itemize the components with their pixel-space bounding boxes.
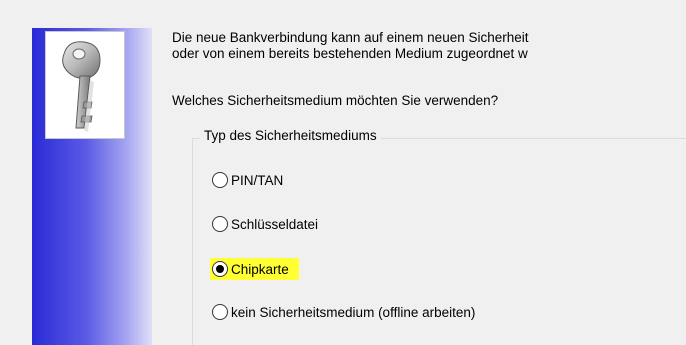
radio-button[interactable]	[212, 172, 228, 188]
radio-label: Schlüsseldatei	[231, 216, 319, 232]
question-label: Welches Sicherheitsmedium möchten Sie ve…	[172, 93, 499, 108]
key-image-tile	[45, 31, 125, 139]
radio-button[interactable]	[212, 304, 228, 320]
intro-text-block: Die neue Bankverbindung kann auf einem n…	[172, 30, 686, 62]
intro-line-1: Die neue Bankverbindung kann auf einem n…	[172, 30, 529, 45]
radio-label: kein Sicherheitsmedium (offline arbeiten…	[231, 304, 476, 320]
radio-button[interactable]	[212, 216, 228, 232]
intro-line-2: oder von einem bereits bestehenden Mediu…	[172, 46, 528, 61]
radio-option-chipcard[interactable]: Chipkarte	[210, 258, 299, 280]
highlight-marker: Chipkarte	[210, 258, 299, 280]
radio-option-keyfile[interactable]: Schlüsseldatei	[212, 216, 318, 232]
radio-label: PIN/TAN	[231, 172, 284, 188]
key-icon	[62, 41, 101, 132]
radio-option-offline[interactable]: kein Sicherheitsmedium (offline arbeiten…	[212, 304, 475, 320]
radio-option-pin-tan[interactable]: PIN/TAN	[212, 172, 283, 188]
radio-label: Chipkarte	[231, 261, 289, 277]
groupbox-title: Typ des Sicherheitsmediums	[200, 128, 381, 143]
radio-button-selected[interactable]	[212, 261, 228, 277]
security-medium-dialog: Die neue Bankverbindung kann auf einem n…	[0, 0, 686, 345]
